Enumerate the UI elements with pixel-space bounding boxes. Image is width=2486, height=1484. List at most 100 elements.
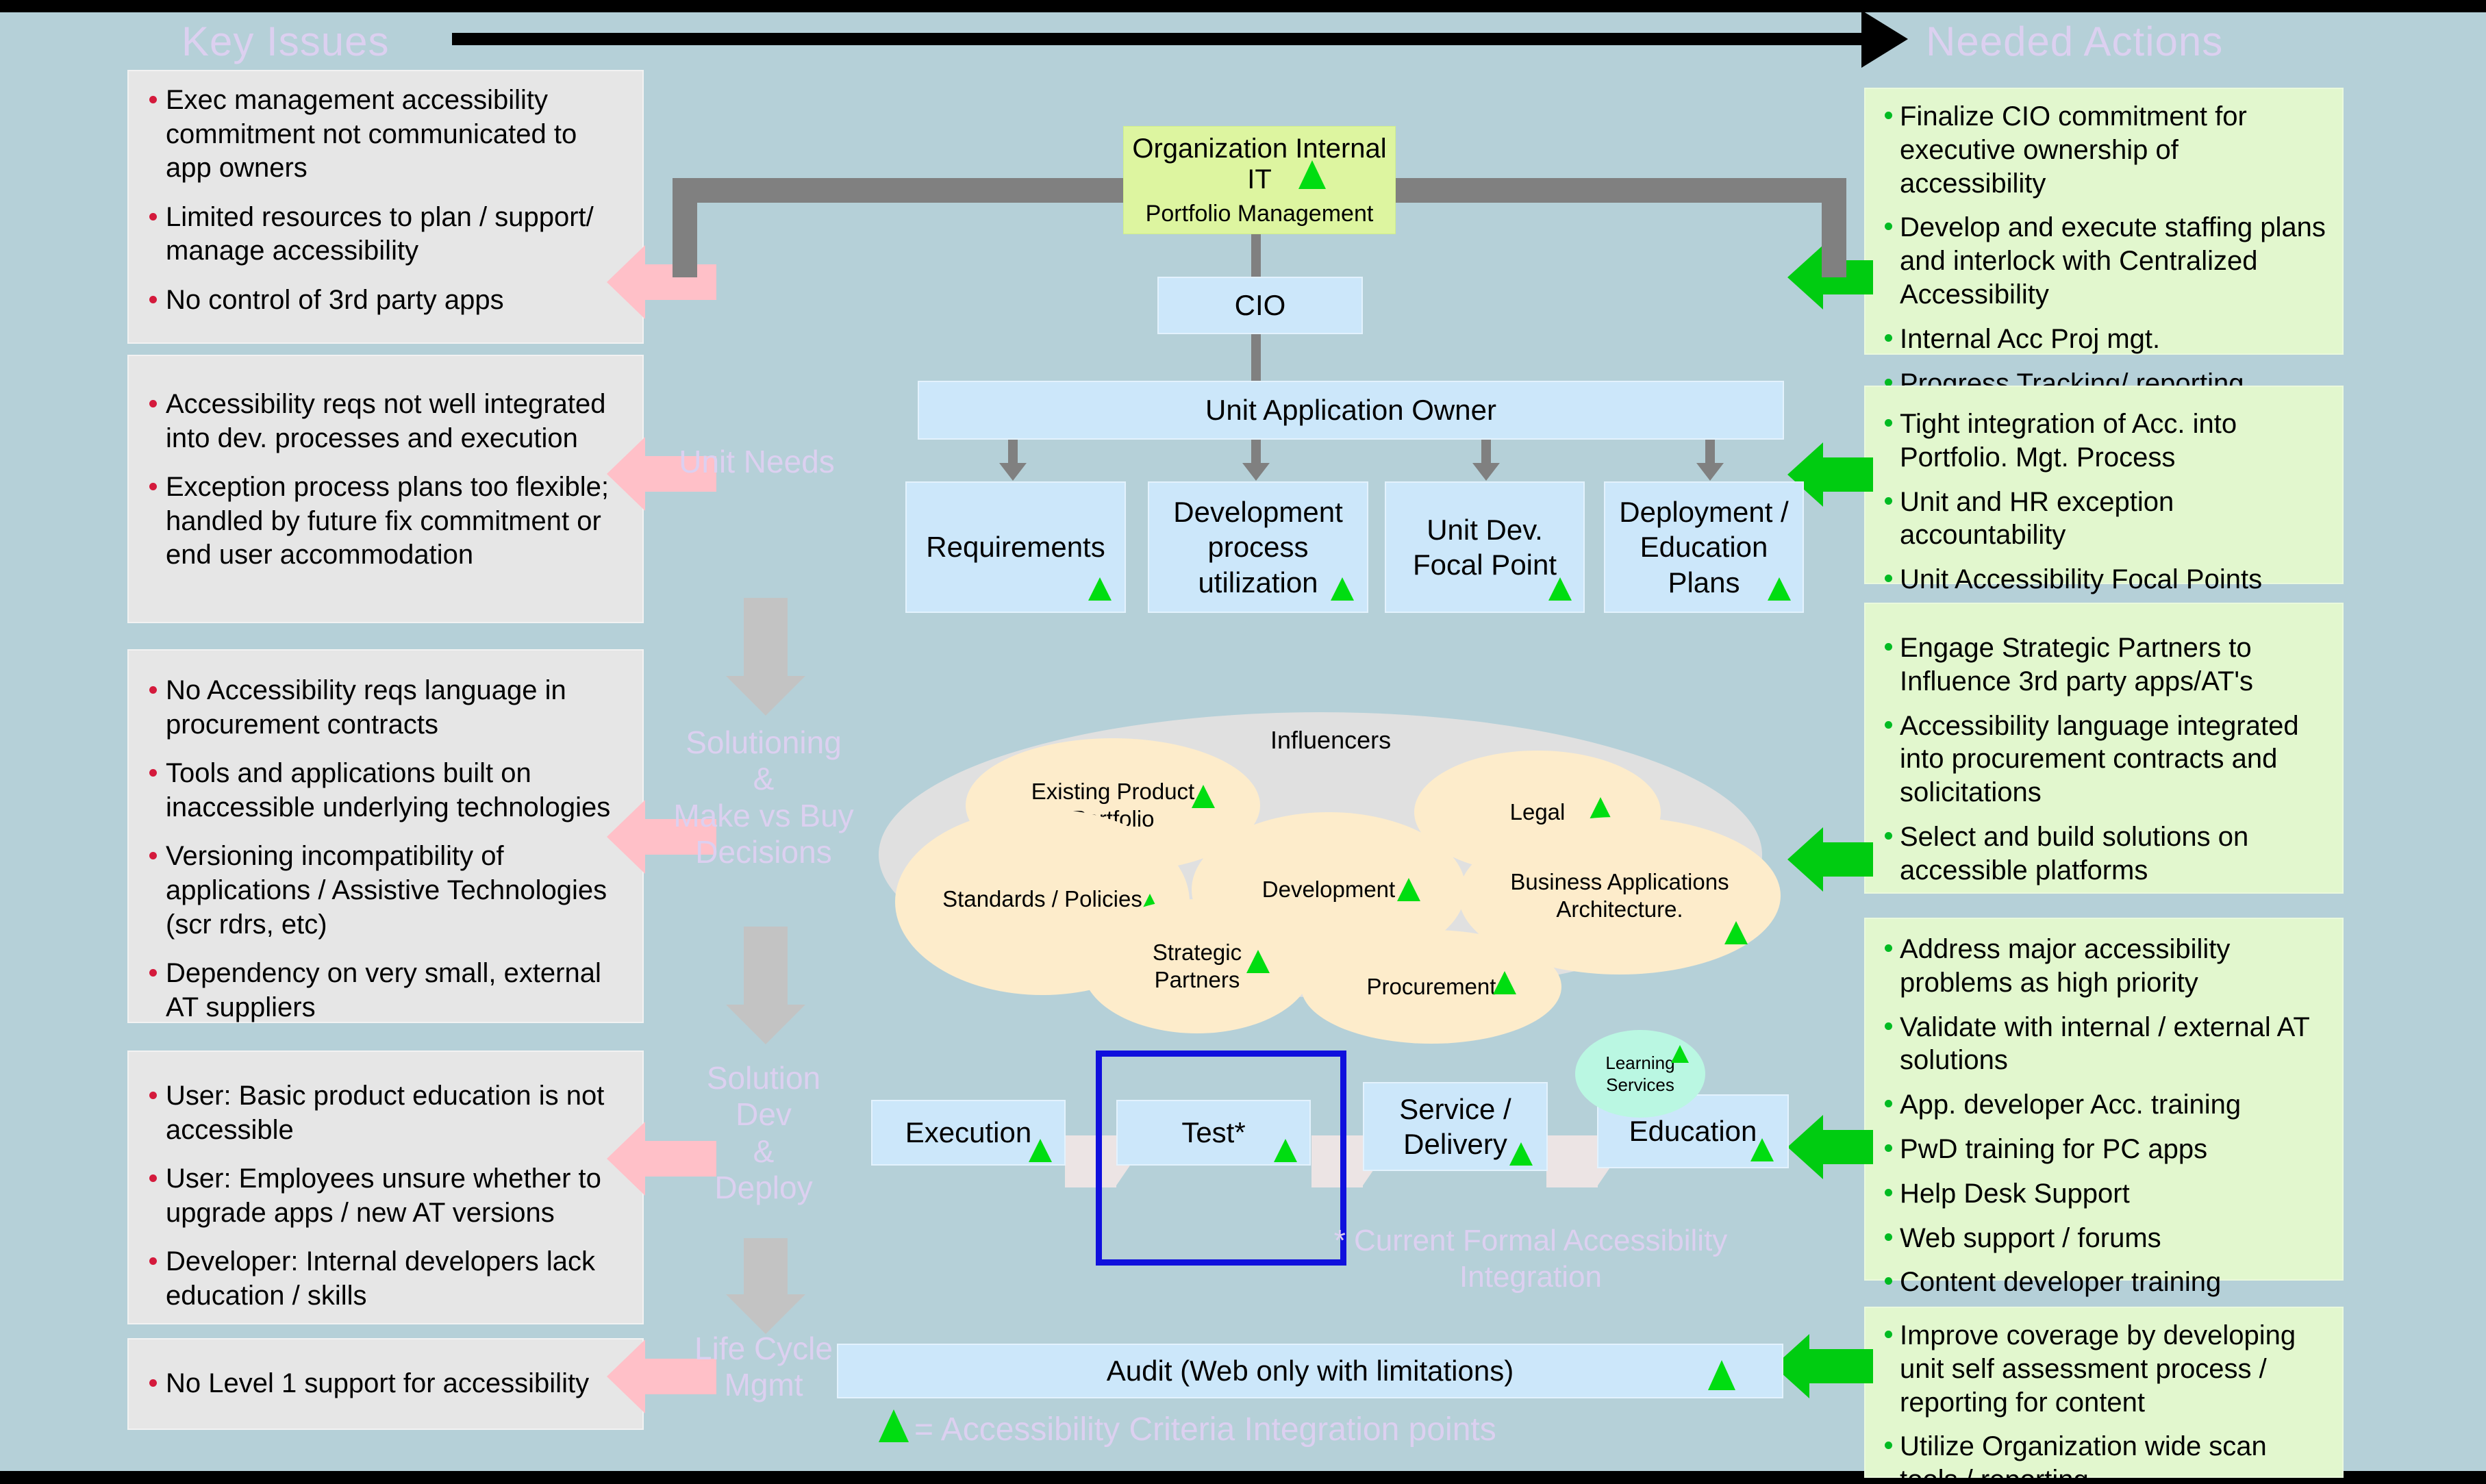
green-arrow-icon-5 — [1774, 1334, 1873, 1398]
connector-bracket-left-top — [673, 178, 1125, 203]
list-item: Develop and execute staffing plans and i… — [1878, 211, 2327, 311]
node-deployment-education-plans: Deployment / Education Plans — [1604, 481, 1804, 613]
list-item: No control of 3rd party apps — [142, 284, 625, 318]
green-triangle-icon — [1548, 577, 1572, 601]
list-item: User: Employees unsure whether to upgrad… — [142, 1162, 625, 1230]
node-label: Requirements — [926, 531, 1105, 564]
connector-arrowhead-icon — [999, 463, 1027, 481]
green-triangle-icon — [1768, 577, 1791, 601]
node-label: Unit Dev. Focal Point — [1412, 513, 1557, 581]
node-label: Audit (Web only with limitations) — [1106, 1355, 1514, 1387]
node-label: Service / Delivery — [1399, 1092, 1511, 1160]
node-development-process-utilization: Development process utilization — [1148, 481, 1368, 613]
list-item: Improve coverage by developing unit self… — [1878, 1319, 2327, 1419]
spine-label-unit-needs: Unit Needs — [679, 444, 835, 479]
list-item: Unit and HR exception accountability — [1878, 486, 2327, 553]
flow-arrow-head-icon — [1861, 10, 1908, 68]
list-item: No Level 1 support for accessibility — [142, 1367, 625, 1401]
influencers-title: Influencers — [1270, 726, 1392, 754]
flow-arrow-shaft — [452, 33, 1863, 45]
node-label: Unit Application Owner — [1205, 394, 1496, 427]
list-item: User: Basic product education is not acc… — [142, 1079, 625, 1147]
issue-card-education: User: Basic product education is not acc… — [127, 1051, 644, 1324]
spine-arrow-1-icon — [726, 598, 805, 716]
org-box-line2: IT — [1247, 164, 1272, 194]
footnote-current-formal-integration: * Current Formal Accessibility Integrati… — [1333, 1224, 1728, 1294]
issue-card-requirements: Accessibility reqs not well integrated i… — [127, 355, 644, 623]
page-title-key-issues: Key Issues — [181, 18, 390, 64]
connector-arrowhead-icon — [1242, 463, 1270, 481]
list-item: Exec management accessibility commitment… — [142, 84, 625, 186]
connector-bracket-right-top — [1394, 178, 1846, 203]
influencer-label: Standards / Policies — [942, 886, 1142, 912]
pink-arrow-icon-1 — [607, 245, 716, 319]
action-card-cio: Finalize CIO commitment for executive ow… — [1864, 88, 2344, 399]
list-item: Validate with internal / external AT sol… — [1878, 1011, 2327, 1078]
green-triangle-icon — [1088, 577, 1112, 601]
list-item: Dependency on very small, external AT su… — [142, 957, 625, 1024]
node-execution: Execution — [871, 1100, 1066, 1166]
connector-arrowhead-icon — [1472, 463, 1500, 481]
green-triangle-icon — [1397, 878, 1420, 901]
org-box-line1: Organization Internal — [1132, 133, 1387, 164]
node-audit: Audit (Web only with limitations) — [837, 1344, 1783, 1398]
list-item: Help Desk Support — [1878, 1177, 2327, 1211]
green-triangle-icon — [1298, 160, 1326, 189]
highlight-box-test — [1096, 1051, 1346, 1266]
list-item: Exception process plans too flexible; ha… — [142, 470, 625, 573]
spine-arrow-2-icon — [726, 927, 805, 1044]
node-label: Education — [1629, 1115, 1757, 1148]
list-item: Versioning incompatibility of applicatio… — [142, 840, 625, 942]
green-triangle-icon — [1493, 971, 1516, 994]
influencer-procurement: Procurement — [1301, 930, 1561, 1044]
connector-bracket-right-down — [1822, 178, 1846, 277]
list-item: Web support / forums — [1878, 1222, 2327, 1255]
list-item: Tools and applications built on inaccess… — [142, 757, 625, 825]
node-unit-application-owner: Unit Application Owner — [918, 381, 1784, 440]
node-org-internal-it: Organization Internal IT Portfolio Manag… — [1123, 126, 1396, 234]
green-triangle-icon — [1671, 1045, 1689, 1063]
list-item: Engage Strategic Partners to Influence 3… — [1878, 631, 2327, 699]
list-item: Select and build solutions on accessible… — [1878, 820, 2327, 888]
node-unit-dev-focal-point: Unit Dev. Focal Point — [1385, 481, 1585, 613]
list-item: Utilize Organization wide scan tools / r… — [1878, 1430, 2327, 1484]
green-triangle-icon — [1029, 1139, 1052, 1162]
node-label: Execution — [905, 1116, 1032, 1149]
chevron-connector-3 — [1546, 1135, 1598, 1187]
influencer-label: Strategic Partners — [1152, 940, 1242, 992]
list-item: Address major accessibility problems as … — [1878, 933, 2327, 1000]
influencer-strategic-partners: Strategic Partners — [1082, 899, 1312, 1033]
green-triangle-icon — [1708, 1360, 1735, 1390]
green-triangle-icon — [1331, 577, 1354, 601]
green-arrow-icon-3 — [1787, 827, 1873, 892]
spine-label-solution-dev: Solution Dev & Deploy — [706, 1060, 821, 1206]
connector-arrowhead-icon — [1696, 463, 1724, 481]
green-triangle-icon — [1246, 950, 1270, 973]
green-arrow-icon-4 — [1787, 1115, 1873, 1179]
list-item: Finalize CIO commitment for executive ow… — [1878, 100, 2327, 200]
list-item: Unit Accessibility Focal Points — [1878, 563, 2327, 596]
legend-green-triangle-icon — [879, 1409, 909, 1442]
slide-canvas: Key Issues Needed Actions Exec managemen… — [0, 10, 2486, 1484]
node-cio: CIO — [1157, 277, 1363, 334]
node-label: Learning Services — [1605, 1052, 1675, 1096]
node-service-delivery: Service / Delivery — [1363, 1082, 1548, 1171]
action-card-portfolio: Tight integration of Acc. into Portfolio… — [1864, 386, 2344, 594]
page-title-needed-actions: Needed Actions — [1926, 18, 2224, 64]
influencer-label: Procurement — [1366, 974, 1496, 1000]
influencer-label: Business Applications Architecture. — [1510, 869, 1729, 922]
influencer-label: Development — [1261, 877, 1396, 903]
node-label: Deployment / Education Plans — [1619, 496, 1789, 599]
connector-bracket-left-down — [673, 178, 697, 277]
list-item: Content developer training — [1878, 1266, 2327, 1299]
spine-arrow-3-icon — [726, 1238, 805, 1334]
spine-label-solutioning: Solutioning & Make vs Buy Decisions — [673, 725, 854, 870]
node-learning-services: Learning Services — [1575, 1030, 1705, 1118]
action-card-partners: Engage Strategic Partners to Influence 3… — [1864, 603, 2344, 894]
node-label: Development process utilization — [1173, 496, 1343, 599]
green-triangle-icon — [1724, 921, 1748, 944]
node-label: CIO — [1234, 289, 1286, 322]
issue-card-procurement: No Accessibility reqs language in procur… — [127, 649, 644, 1023]
list-item: Accessibility language integrated into p… — [1878, 709, 2327, 809]
issue-card-support: No Level 1 support for accessibility — [127, 1338, 644, 1430]
